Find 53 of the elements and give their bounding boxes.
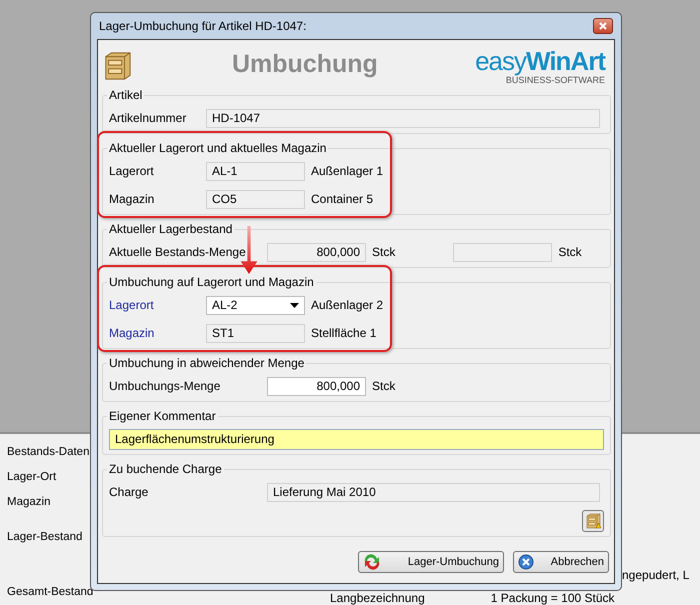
transfer-icon	[363, 554, 381, 570]
field-label: Magazin	[109, 326, 156, 340]
close-icon	[599, 22, 607, 30]
caret-icon	[290, 302, 299, 308]
field-label: Gesamt-Bestand	[7, 585, 94, 600]
field-label: Bestands-Daten	[7, 445, 90, 460]
field-label: Charge	[109, 485, 150, 499]
text-field[interactable]: ST1	[206, 324, 305, 342]
window-title: Lager-Umbuchung für Artikel HD-1047:	[99, 19, 306, 33]
text-field[interactable]: CO5	[206, 190, 305, 208]
text-field[interactable]: Lieferung Mai 2010	[267, 482, 600, 502]
close-button[interactable]	[593, 18, 613, 34]
field-label: Aktuelle Bestands-Menge	[109, 245, 247, 259]
comment-field[interactable]: Lagerflächenumstrukturierung	[109, 428, 604, 450]
location-name: Stellfläche 1	[311, 326, 376, 340]
location-name: Außenlager 1	[311, 164, 384, 178]
tool-button[interactable]	[582, 510, 604, 532]
field-label: Lager-Ort	[7, 470, 56, 485]
group-title: Aktueller Lagerort und aktuelles Magazin	[108, 141, 328, 155]
field-label: Lagerort	[109, 298, 155, 312]
table-cell: ngepudert, L	[622, 568, 690, 582]
table-cell: Langbezeichnung	[330, 591, 425, 605]
field-label: Artikelnummer	[109, 111, 188, 125]
cancel-button[interactable]: Abbrechen	[513, 551, 609, 573]
group-title: Umbuchung in abweichender Menge	[108, 356, 306, 370]
table-cell: 1 Packung = 100 Stück	[490, 591, 615, 605]
location-name: Container 5	[311, 192, 374, 206]
unit-label: Stck	[372, 245, 396, 259]
location-name: Außenlager 2	[311, 298, 384, 312]
field-label: Magazin	[7, 495, 50, 510]
unit-label: Stck	[372, 379, 396, 393]
number-field[interactable]: 800,000	[267, 376, 366, 396]
logo-subtitle: BUSINESS-SOFTWARE	[506, 74, 605, 84]
dialog-heading: Umbuchung	[232, 50, 378, 79]
field-label: Umbuchungs-Menge	[109, 379, 222, 393]
group-title: Aktueller Lagerbestand	[108, 222, 234, 236]
dropdown-field[interactable]: AL-2	[206, 296, 305, 314]
unit-label: Stck	[558, 245, 582, 259]
field-label: Lager-Bestand	[7, 530, 82, 545]
number-field[interactable]: 800,000	[267, 242, 366, 262]
group-title: Umbuchung auf Lagerort und Magazin	[108, 275, 315, 289]
field-label: Lagerort	[109, 164, 155, 178]
number-field[interactable]	[453, 242, 552, 262]
transfer-button[interactable]: Lager-Umbuchung	[358, 551, 504, 573]
group-title: Zu buchende Charge	[108, 462, 223, 476]
group-title: Artikel	[108, 88, 144, 102]
field-label: Magazin	[109, 192, 156, 206]
text-field[interactable]: AL-1	[206, 162, 305, 180]
text-field[interactable]: HD-1047	[206, 108, 600, 128]
group-title: Eigener Kommentar	[108, 409, 217, 423]
shelf-icon	[585, 513, 601, 529]
logo-text: easyWinArt	[475, 48, 605, 74]
cancel-icon	[518, 554, 534, 570]
